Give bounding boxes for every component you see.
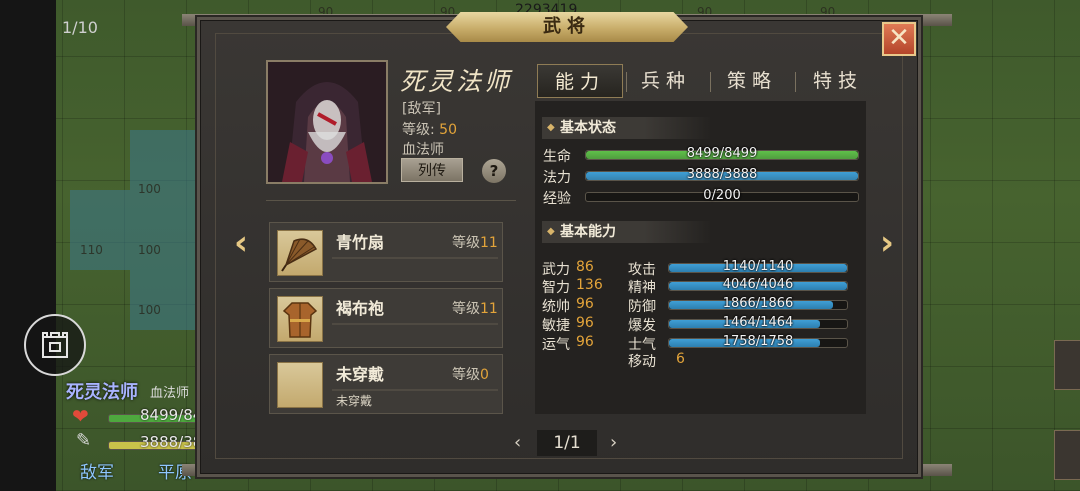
tab-strategy[interactable]: 策略 (709, 64, 795, 98)
combat-stat-label: 士气 (628, 337, 656, 353)
fan-icon (281, 238, 318, 272)
side-button[interactable] (1054, 430, 1080, 480)
equipment-subtext: 未穿戴 (336, 394, 373, 408)
help-button[interactable]: ? (482, 159, 506, 183)
combat-stat-text: 1464/1464 (722, 315, 794, 330)
map-page-counter: 1/10 (62, 18, 98, 37)
character-faction: [敌军] (402, 101, 441, 117)
attribute-label: 运气 (542, 337, 570, 353)
combat-stat-text: 1758/1758 (722, 334, 794, 349)
equipment-slot-weapon[interactable]: 青竹扇 等级11 (269, 222, 503, 282)
combat-stat-text: 1866/1866 (722, 296, 794, 311)
water-tile (70, 190, 130, 270)
biography-button[interactable]: 列传 (401, 158, 463, 182)
map-number: 110 (80, 243, 103, 257)
attribute-value: 96 (576, 315, 594, 331)
unit-class: 血法师 (150, 386, 190, 401)
level-label: 等级: (402, 122, 435, 138)
feather-icon: ✎ (76, 430, 92, 451)
equipment-divider (332, 323, 498, 325)
level-value: 50 (439, 122, 457, 138)
status-bar-text: 8499/8499 (686, 146, 758, 161)
divider (266, 200, 516, 201)
pager-prev-button[interactable]: ‹ (514, 432, 521, 453)
character-name: 死灵法师 (400, 67, 513, 96)
attribute-value: 86 (576, 259, 594, 275)
map-number: 100 (138, 243, 161, 257)
pager-indicator: 1/1 (537, 430, 597, 456)
pager-next-button[interactable]: › (610, 432, 617, 453)
equipment-name: 褐布袍 (336, 299, 385, 318)
equipment-slot-armor[interactable]: 褐布袍 等级11 (269, 288, 503, 348)
move-label: 移动 (628, 354, 656, 370)
combat-stat-label: 精神 (628, 280, 656, 296)
robe-icon (282, 302, 318, 338)
diamond-icon: ◆ (547, 122, 555, 133)
home-menu-button[interactable] (24, 314, 86, 376)
unit-faction: 敌军 (80, 463, 114, 483)
equipment-name: 青竹扇 (336, 233, 385, 252)
basic-ability-header: ◆ 基本能力 (542, 221, 712, 243)
character-level: 等级: 50 (402, 119, 457, 139)
equipment-level: 等级11 (452, 301, 498, 317)
combat-stat-text: 4046/4046 (722, 277, 794, 292)
equipment-name: 未穿戴 (336, 365, 385, 384)
castle-icon (42, 332, 68, 358)
equipment-divider (332, 257, 498, 259)
character-class: 血法师 (402, 142, 444, 158)
tab-troops[interactable]: 兵种 (623, 64, 709, 98)
attribute-value: 96 (576, 334, 594, 350)
next-general-arrow[interactable]: › (880, 226, 894, 260)
right-side-buttons (1050, 340, 1080, 490)
heart-icon: ❤ (72, 404, 89, 428)
status-label: 经验 (543, 191, 571, 207)
combat-stat-text: 1140/1140 (722, 259, 794, 274)
attribute-value: 96 (576, 296, 594, 312)
equipment-icon-slot (277, 296, 323, 342)
close-button[interactable]: ✕ (882, 22, 916, 56)
move-value: 6 (676, 351, 685, 367)
equipment-slot-accessory[interactable]: 未穿戴 等级0 未穿戴 (269, 354, 503, 414)
necromancer-portrait-icon (268, 62, 386, 182)
attribute-label: 统帅 (542, 299, 570, 315)
panel-title: 武将 (446, 12, 688, 42)
basic-status-header: ◆ 基本状态 (542, 117, 712, 139)
character-portrait (266, 60, 388, 184)
combat-stat-label: 防御 (628, 299, 656, 315)
diamond-icon: ◆ (547, 226, 555, 237)
attribute-label: 敏捷 (542, 318, 570, 334)
tab-ability[interactable]: 能力 (537, 64, 623, 98)
prev-general-arrow[interactable]: ‹ (234, 226, 248, 260)
side-button[interactable] (1054, 340, 1080, 390)
equipment-level: 等级11 (452, 235, 498, 251)
status-label: 生命 (543, 149, 571, 165)
map-number: 100 (138, 182, 161, 196)
water-tile (130, 130, 200, 330)
combat-stat-label: 攻击 (628, 262, 656, 278)
equipment-icon-slot (277, 230, 323, 276)
unit-name: 死灵法师 (66, 382, 138, 403)
left-edge-strip (0, 0, 56, 491)
close-x-icon: ✕ (888, 23, 910, 53)
status-bar-text: 3888/3888 (686, 167, 758, 182)
status-label: 法力 (543, 170, 571, 186)
status-bar-text: 0/200 (703, 188, 741, 203)
map-number: 100 (138, 303, 161, 317)
equipment-level: 等级0 (452, 367, 489, 383)
equipment-divider (332, 389, 498, 391)
attribute-value: 136 (576, 277, 603, 293)
tab-skills[interactable]: 特技 (795, 64, 881, 98)
attribute-label: 武力 (542, 262, 570, 278)
attribute-label: 智力 (542, 280, 570, 296)
empty-slot-icon (277, 362, 323, 408)
combat-stat-label: 爆发 (628, 318, 656, 334)
